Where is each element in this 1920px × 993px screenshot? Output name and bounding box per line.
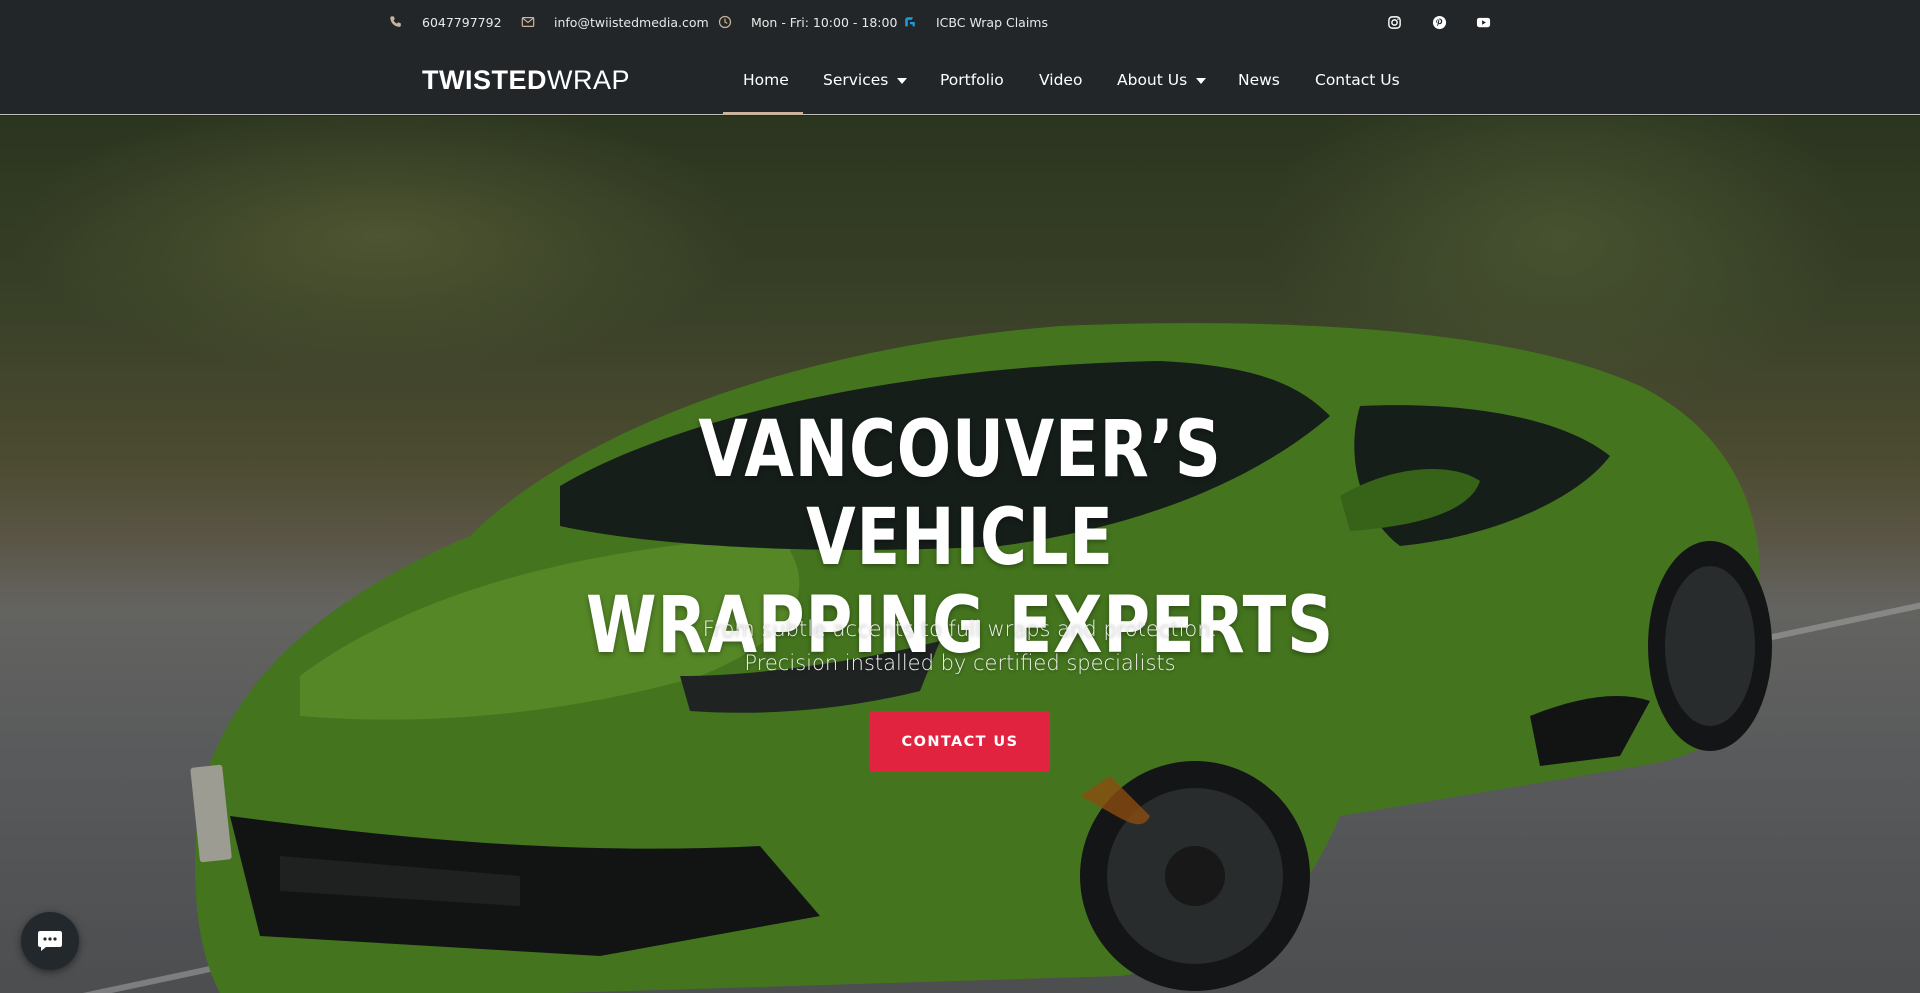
nav-portfolio[interactable]: Portfolio — [940, 44, 1004, 115]
phone-link[interactable]: 6047797792 — [388, 0, 502, 44]
nav-services[interactable]: Services — [823, 44, 908, 115]
icbc-icon — [902, 14, 918, 30]
contact-us-button[interactable]: CONTACT US — [870, 711, 1050, 772]
icbc-claims-link[interactable]: ICBC Wrap Claims — [902, 0, 1048, 44]
hero-subheading-line2: Precision installed by certified special… — [744, 651, 1176, 675]
icbc-text: ICBC Wrap Claims — [936, 14, 1048, 30]
chat-widget-button[interactable] — [21, 912, 79, 970]
hero-heading-line1: VANCOUVER’S VEHICLE — [698, 405, 1222, 583]
hours-text: Mon - Fri: 10:00 - 18:00 — [751, 14, 898, 30]
logo-light-text: WRAP — [547, 64, 630, 95]
nav-about-us-label: About Us — [1117, 70, 1188, 89]
nav-news[interactable]: News — [1238, 44, 1280, 115]
phone-icon — [388, 14, 404, 30]
nav-services-label: Services — [823, 70, 889, 89]
nav-about-us[interactable]: About Us — [1117, 44, 1207, 115]
nav-portfolio-label: Portfolio — [940, 70, 1004, 89]
caret-down-icon — [897, 77, 908, 84]
hero-subheading-line1: From subtle accents to full wraps and pr… — [702, 617, 1218, 641]
nav-contact-us[interactable]: Contact Us — [1315, 44, 1400, 115]
nav-video[interactable]: Video — [1039, 44, 1082, 115]
chat-icon — [38, 931, 62, 951]
logo-bold-text: TWISTED — [422, 64, 547, 95]
top-info-bar: 6047797792 info@twiistedmedia.com Mon - … — [0, 0, 1920, 44]
caret-down-icon — [1196, 77, 1207, 84]
phone-number: 6047797792 — [422, 14, 502, 30]
email-address: info@twiistedmedia.com — [554, 14, 709, 30]
pinterest-icon[interactable] — [1430, 13, 1448, 31]
main-navbar: TWISTED WRAP Home Services Portfolio Vide… — [0, 44, 1920, 115]
nav-news-label: News — [1238, 70, 1280, 89]
nav-video-label: Video — [1039, 70, 1083, 89]
email-link[interactable]: info@twiistedmedia.com — [520, 0, 709, 44]
instagram-icon[interactable] — [1385, 13, 1403, 31]
nav-home[interactable]: Home — [743, 44, 789, 115]
youtube-icon[interactable] — [1474, 13, 1492, 31]
hero-section: VANCOUVER’S VEHICLE WRAPPING EXPERTS Fro… — [0, 116, 1920, 993]
business-hours: Mon - Fri: 10:00 - 18:00 — [717, 0, 897, 44]
site-logo[interactable]: TWISTED WRAP — [422, 64, 630, 95]
envelope-icon — [520, 14, 536, 30]
nav-active-underline — [723, 112, 803, 115]
nav-contact-us-label: Contact Us — [1315, 70, 1400, 89]
clock-icon — [717, 14, 733, 30]
hero-subheading: From subtle accents to full wraps and pr… — [560, 612, 1360, 680]
nav-home-label: Home — [743, 70, 789, 89]
